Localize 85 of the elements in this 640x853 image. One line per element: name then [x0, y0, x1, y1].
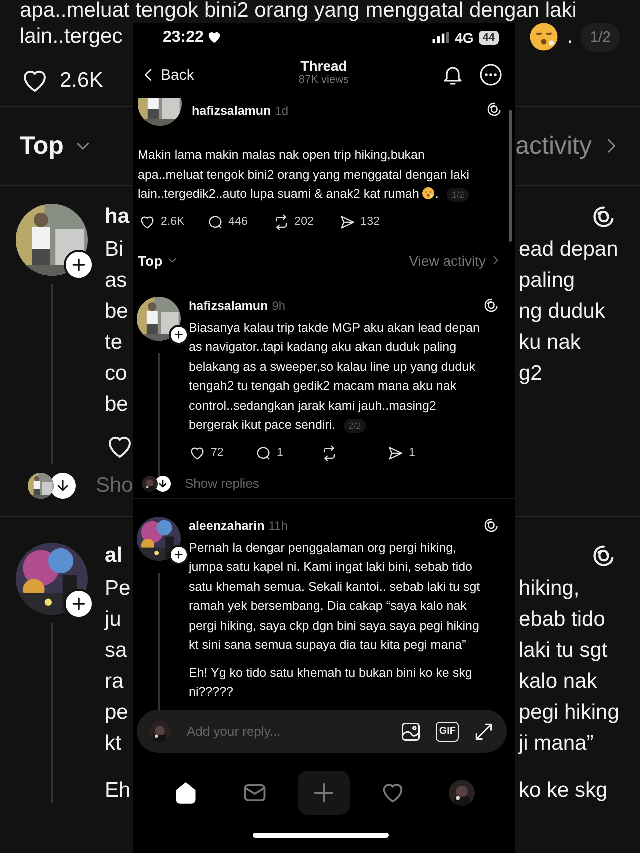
post-text: ko ke skg [519, 778, 608, 804]
post-text: Pe [105, 576, 131, 602]
post-time: 1d [275, 104, 289, 118]
post-time: 9h [272, 298, 286, 312]
sort-label[interactable]: Top [138, 252, 163, 268]
post-text: g2 [519, 361, 542, 387]
signal-icon [432, 32, 450, 43]
post-text: bergerak ikut pace sendiri. [189, 418, 336, 432]
swirl-logo-icon [483, 517, 500, 534]
post-text: ku nak [519, 330, 581, 356]
battery-indicator: 44 [478, 30, 499, 44]
comment-icon[interactable] [206, 214, 224, 230]
back-button[interactable]: Back [139, 64, 196, 86]
post-text: apa..meluat tengok bini2 orang yang menggatal dengan laki [19, 0, 578, 22]
action-count: 1 [409, 447, 416, 459]
swirl-logo-icon [483, 297, 500, 314]
username: ha [105, 204, 130, 230]
post-text: . [435, 187, 439, 201]
page-badge: 2/2 [344, 419, 366, 433]
heart-icon [206, 30, 222, 45]
post-text: te [105, 330, 123, 356]
view-count: 87K views [298, 74, 350, 86]
more-icon[interactable] [479, 63, 503, 87]
post-text: be [105, 392, 128, 418]
face-icon [529, 22, 560, 52]
arrow-down-icon[interactable] [50, 473, 76, 499]
page-badge: 1/2 [581, 22, 620, 52]
comment-icon[interactable] [255, 444, 272, 462]
repost-icon[interactable] [321, 444, 338, 462]
post-text: sa [105, 638, 128, 664]
view-activity-link[interactable]: View activity [409, 252, 486, 268]
post-text: Eh! Yg ko tido satu khemah tu bukan bini ko ke skg ni????? [189, 664, 474, 701]
network-label: 4G [455, 30, 474, 46]
post-text: laki tu sgt [519, 638, 608, 664]
username[interactable]: aleenzaharin [189, 518, 265, 532]
post-text: . [567, 24, 574, 50]
create-button[interactable] [298, 771, 350, 815]
post-text: ng duduk [519, 299, 606, 325]
post-text: hiking, [519, 576, 580, 602]
action-count: 202 [294, 216, 314, 228]
username[interactable]: hafizsalamun [192, 104, 272, 118]
send-icon[interactable] [338, 214, 356, 230]
swirl-logo-icon [486, 101, 503, 118]
plus-icon [169, 324, 189, 344]
post-text: kalo nak [519, 669, 598, 695]
post-text: kt [105, 731, 122, 757]
reply-input[interactable]: Add your reply... [185, 723, 386, 740]
post-text: lain..tergedik2..auto lupa suami & anak2 kat rumah [138, 187, 420, 201]
page-badge: 1/2 [446, 188, 470, 202]
post-time: 11h [268, 518, 288, 532]
gif-button[interactable]: GIF [436, 722, 459, 742]
heart-icon[interactable] [139, 214, 156, 230]
post-text: as [105, 268, 128, 294]
view-activity-link[interactable]: activity [516, 132, 592, 160]
action-count: 1 [277, 447, 284, 459]
image-icon[interactable] [400, 720, 422, 742]
post-text: Eh [105, 778, 131, 804]
send-icon[interactable] [387, 444, 404, 462]
post-text: ead depan [519, 237, 618, 263]
post-text: ji mana” [519, 731, 594, 757]
post-text: ra [105, 669, 124, 695]
show-replies-link[interactable]: Show replies [185, 476, 260, 491]
plus-icon [169, 544, 189, 564]
heart-icon[interactable] [189, 444, 206, 462]
like-count: 2.6K [60, 68, 104, 94]
username: al [105, 543, 123, 569]
post-text: ebab tido [519, 607, 606, 633]
post-text: Bi [105, 237, 124, 263]
post-text: pe [105, 700, 128, 726]
post-text: paling [519, 268, 576, 294]
post-text: be [105, 299, 128, 325]
username[interactable]: hafizsalamun [189, 298, 268, 312]
post-text: ju [105, 607, 122, 633]
sort-label[interactable]: Top [20, 132, 64, 160]
action-count: 446 [228, 216, 248, 228]
post-text: pegi hiking [519, 700, 620, 726]
clock-time: 23:22 [163, 28, 204, 46]
post-text: co [105, 361, 128, 387]
post-text: Pernah la dengar penggalaman org pergi hiking, jumpa satu kapel ni. Kami ingat laki bini, sebab tido satu khemah semua. Sekali kantoi.. sebab laki tu sgt ramah yek bersembang. Dia cakap “saya kalo nak pergi hiking, saya ckp dgn bini saya saya pegi hiking kt sini sana semua supaya dia tau kita pegi mana” [189, 540, 482, 654]
action-count: 2.6K [161, 216, 185, 228]
face-icon [422, 187, 436, 200]
post-text: lain..tergec [20, 24, 123, 50]
action-count: 72 [211, 447, 224, 459]
page-title: Thread [300, 58, 348, 74]
action-count: 132 [360, 216, 380, 228]
